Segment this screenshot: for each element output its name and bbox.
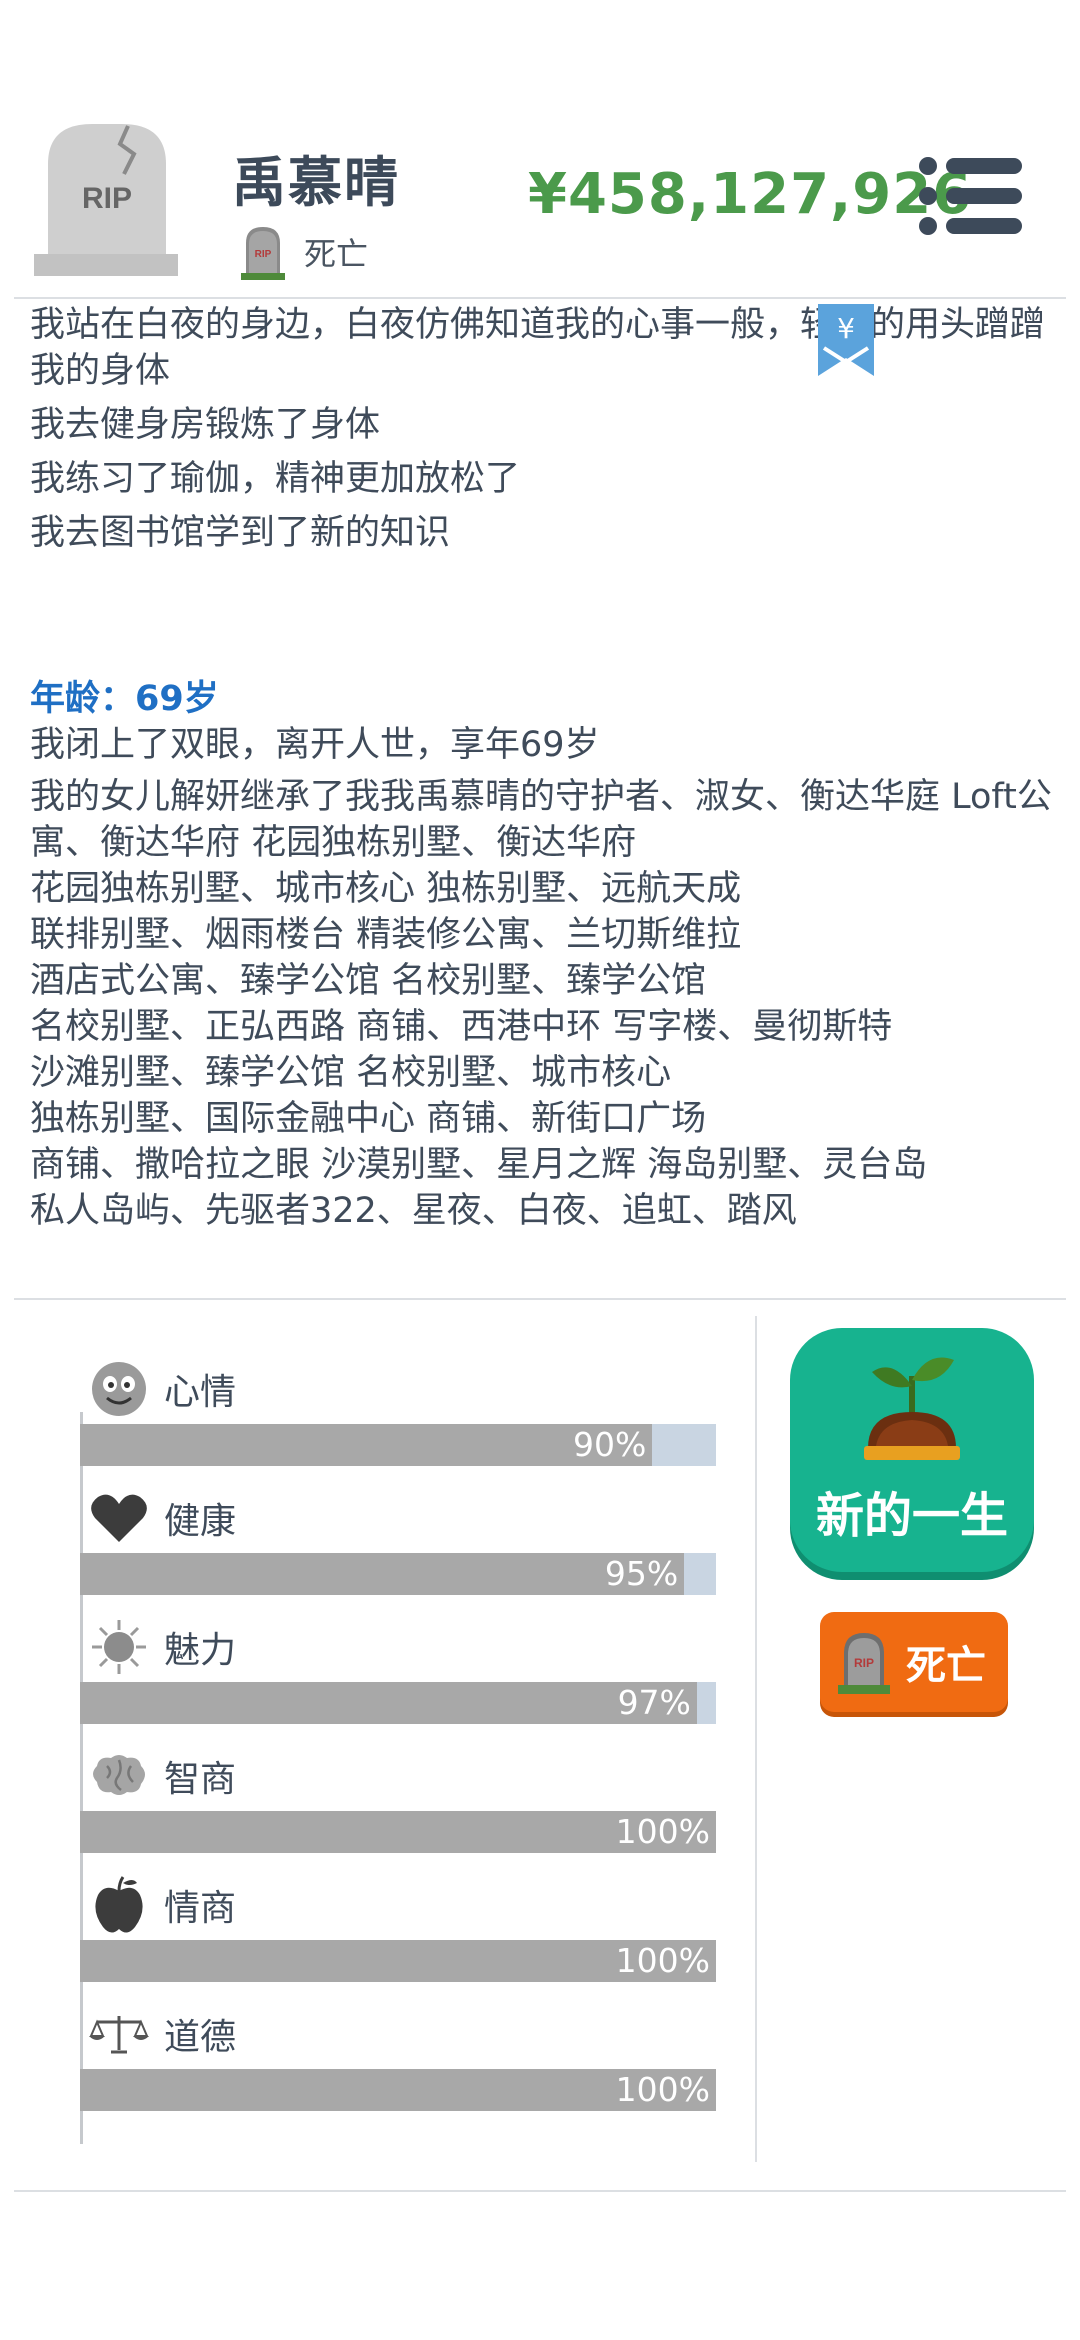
stat-label: 魅力 bbox=[164, 1630, 237, 1671]
stat-mood: 心情 90% bbox=[80, 1354, 716, 1483]
apple-icon bbox=[88, 1874, 150, 1936]
stat-health: 健康 95% bbox=[80, 1483, 716, 1612]
yen-bookmark-icon[interactable]: ¥ bbox=[818, 304, 874, 376]
stat-label: 道德 bbox=[164, 2017, 237, 2058]
die-button[interactable]: RIP 死亡 bbox=[820, 1612, 1008, 1712]
brain-icon bbox=[88, 1745, 150, 1807]
stat-charm: 魅力 97% bbox=[80, 1612, 716, 1741]
bookmark-yen-symbol: ¥ bbox=[837, 312, 855, 345]
die-label: 死亡 bbox=[906, 1643, 986, 1689]
stat-morality: 道德 100% bbox=[80, 1999, 716, 2128]
status-rip-text: RIP bbox=[255, 249, 272, 260]
stat-percent: 100% bbox=[615, 1941, 710, 1980]
stat-eq: 情商 100% bbox=[80, 1870, 716, 1999]
log-line: 我去图书馆学到了新的知识 bbox=[30, 513, 451, 553]
scales-icon bbox=[88, 2003, 150, 2065]
player-name: 禹慕晴 bbox=[232, 151, 400, 214]
list-menu-icon[interactable] bbox=[918, 156, 1022, 236]
inheritance-text: 我的女儿解妍继承了我我禹慕晴的守护者、淑女、衡达华庭 Loft公寓、衡达华府 花… bbox=[30, 777, 1052, 1231]
tombstone-icon: RIP bbox=[241, 227, 285, 280]
stat-bar: 95% bbox=[80, 1553, 716, 1595]
stat-bar: 100% bbox=[80, 1811, 716, 1853]
stat-label: 健康 bbox=[164, 1501, 237, 1542]
stat-label: 心情 bbox=[164, 1372, 237, 1413]
stat-iq: 智商 100% bbox=[80, 1741, 716, 1870]
sprout-icon bbox=[864, 1357, 960, 1460]
log-line: 我练习了瑜伽，精神更加放松了 bbox=[30, 459, 521, 499]
stats-panel: 心情 90% 健康 95% 魅力 97% 智商 100% 情商 100% 道德 … bbox=[80, 1354, 716, 2128]
stat-bar: 100% bbox=[80, 1940, 716, 1982]
tombstone-rip-icon: RIP bbox=[34, 124, 178, 276]
death-line: 我闭上了双眼，离开人世，享年69岁 bbox=[30, 725, 600, 765]
die-rip-text: RIP bbox=[854, 1656, 874, 1670]
money-balance: ¥458,127,926 bbox=[528, 162, 973, 227]
log-line: 我站在白夜的身边，白夜仿佛知道我的心事一般，轻轻的用头蹭蹭我的身体 bbox=[30, 305, 1046, 391]
new-life-label: 新的一生 bbox=[815, 1488, 1008, 1544]
death-log: 我闭上了双眼，离开人世，享年69岁 我的女儿解妍继承了我我禹慕晴的守护者、淑女、… bbox=[30, 722, 1060, 1240]
smiley-face-icon bbox=[88, 1358, 150, 1420]
stat-bar-fill bbox=[80, 1682, 697, 1724]
heart-icon bbox=[88, 1487, 150, 1549]
tombstone-icon: RIP bbox=[838, 1633, 890, 1694]
stat-percent: 97% bbox=[617, 1683, 691, 1722]
profile-header: RIP 禹慕晴 RIP 死亡 ¥458,127,926 bbox=[0, 0, 1080, 298]
stat-bar: 90% bbox=[80, 1424, 716, 1466]
stat-percent: 100% bbox=[615, 2070, 710, 2109]
header-divider bbox=[14, 297, 1066, 299]
status-text: 死亡 bbox=[304, 235, 369, 273]
age-heading: 年龄：69岁 bbox=[30, 679, 219, 719]
stat-percent: 90% bbox=[573, 1425, 647, 1464]
new-life-button[interactable]: 新的一生 bbox=[790, 1328, 1034, 1572]
panel-divider bbox=[755, 1316, 757, 2162]
log-line: 我去健身房锻炼了身体 bbox=[30, 405, 381, 445]
stat-bar-fill bbox=[80, 1553, 685, 1595]
stat-bar: 100% bbox=[80, 2069, 716, 2111]
sun-icon bbox=[88, 1616, 150, 1678]
stat-label: 智商 bbox=[164, 1759, 237, 1800]
stat-label: 情商 bbox=[164, 1888, 237, 1929]
section-divider bbox=[14, 1298, 1066, 1300]
bottom-divider bbox=[14, 2190, 1066, 2192]
avatar-rip-text: RIP bbox=[82, 182, 132, 215]
status-indicator: RIP 死亡 bbox=[238, 222, 368, 282]
stat-bar-fill bbox=[80, 1424, 653, 1466]
stat-bar: 97% bbox=[80, 1682, 716, 1724]
stat-percent: 95% bbox=[604, 1554, 679, 1593]
stat-percent: 100% bbox=[615, 1812, 710, 1851]
event-log: 我站在白夜的身边，白夜仿佛知道我的心事一般，轻轻的用头蹭蹭我的身体 我去健身房锻… bbox=[30, 302, 1050, 564]
